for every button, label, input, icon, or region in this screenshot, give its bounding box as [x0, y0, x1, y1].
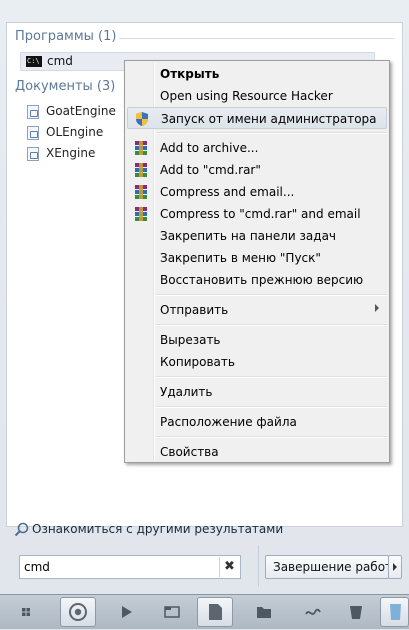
taskbar-media-player-button[interactable] [108, 597, 144, 627]
folder-icon [257, 607, 271, 618]
taskbar [0, 594, 409, 629]
bin-icon [350, 606, 362, 619]
winrar-icon [135, 141, 147, 155]
start-button[interactable] [8, 597, 44, 627]
menu-item-pin-to-taskbar[interactable]: Закрепить на панели задач [127, 225, 387, 247]
context-menu: Открыть Open using Resource Hacker Запус… [124, 60, 390, 463]
menu-item-restore-previous-version[interactable]: Восстановить прежнюю версию [127, 269, 387, 291]
pane-divider [258, 545, 259, 587]
network-icon [305, 608, 321, 615]
search-box[interactable]: ✖ [19, 555, 241, 579]
uac-shield-icon [136, 112, 148, 126]
menu-item-add-to-archive[interactable]: Add to archive... [127, 137, 387, 159]
document-item-label: GoatEngine [46, 104, 116, 118]
menu-item-label: Удалить [160, 385, 213, 399]
menu-item-label: Open using Resource Hacker [160, 89, 333, 103]
menu-item-label: Add to "cmd.rar" [160, 163, 261, 177]
winrar-icon [135, 185, 147, 199]
menu-item-copy[interactable]: Копировать [127, 351, 387, 373]
menu-separator [156, 324, 387, 326]
menu-item-label: Закрепить в меню "Пуск" [160, 251, 321, 265]
menu-item-properties[interactable]: Свойства [127, 441, 387, 463]
start-menu: Программы (1) C:\ cmd Документы (3) Goat… [0, 0, 409, 594]
taskbar-document-button[interactable] [197, 597, 233, 627]
cmd-icon: C:\ [26, 56, 42, 67]
menu-item-open-resource-hacker[interactable]: Open using Resource Hacker [127, 85, 387, 107]
taskbar-recycle-button[interactable] [380, 597, 409, 627]
menu-item-label: Compress and email... [160, 185, 295, 199]
menu-item-label: Восстановить прежнюю версию [160, 273, 364, 287]
programs-header[interactable]: Программы (1) [15, 29, 116, 44]
menu-item-label: Вырезать [160, 333, 221, 347]
chrome-icon [69, 603, 87, 621]
menu-item-send-to[interactable]: Отправить [127, 299, 387, 321]
menu-item-run-as-admin[interactable]: Запуск от имени администратора [127, 107, 387, 129]
menu-item-label: Отправить [160, 303, 229, 317]
menu-item-label: Compress to "cmd.rar" and email [160, 207, 361, 221]
play-icon [122, 606, 132, 618]
document-icon [27, 105, 39, 119]
menu-item-label: Закрепить на панели задач [160, 229, 337, 243]
shutdown-button[interactable]: Завершение работы [265, 555, 402, 579]
taskbar-chrome-button[interactable] [60, 597, 96, 627]
menu-item-cut[interactable]: Вырезать [127, 329, 387, 351]
documents-header[interactable]: Документы (3) [15, 79, 115, 94]
document-icon [27, 147, 39, 161]
menu-separator [156, 436, 387, 438]
menu-item-file-location[interactable]: Расположение файла [127, 411, 387, 433]
document-icon [27, 126, 39, 140]
programs-divider [119, 38, 395, 39]
menu-item-label: Открыть [160, 67, 220, 81]
menu-item-label: Свойства [160, 445, 219, 459]
menu-separator [156, 376, 387, 378]
explorer-icon [164, 606, 180, 618]
menu-separator [156, 406, 387, 408]
taskbar-explorer-button[interactable] [154, 597, 190, 627]
document-icon [209, 604, 222, 620]
shutdown-options-arrow-icon[interactable] [388, 555, 402, 579]
menu-item-compress-and-email[interactable]: Compress and email... [127, 181, 387, 203]
submenu-arrow-icon [375, 304, 379, 312]
menu-item-add-to-cmd-rar[interactable]: Add to "cmd.rar" [127, 159, 387, 181]
menu-item-open[interactable]: Открыть [127, 63, 387, 85]
app-icon [390, 604, 401, 620]
menu-separator [156, 294, 387, 296]
menu-item-delete[interactable]: Удалить [127, 381, 387, 403]
search-input[interactable] [24, 559, 214, 575]
windows-icon [22, 608, 30, 616]
taskbar-network-button[interactable] [295, 597, 331, 627]
program-item-label: cmd [47, 54, 73, 68]
menu-item-label: Запуск от имени администратора [161, 112, 377, 126]
see-more-results-label: Ознакомиться с другими результатами [32, 522, 284, 536]
menu-separator [156, 132, 387, 134]
winrar-icon [135, 163, 147, 177]
taskbar-app-button[interactable] [338, 597, 374, 627]
menu-item-label: Копировать [160, 355, 235, 369]
menu-item-pin-to-start[interactable]: Закрепить в меню "Пуск" [127, 247, 387, 269]
clear-search-icon[interactable]: ✖ [219, 557, 239, 577]
menu-item-label: Расположение файла [160, 415, 297, 429]
document-item-label: XEngine [46, 146, 96, 160]
menu-item-label: Add to archive... [160, 141, 259, 155]
menu-item-compress-to-cmd-rar-email[interactable]: Compress to "cmd.rar" and email [127, 203, 387, 225]
shutdown-label: Завершение работы [273, 560, 402, 574]
taskbar-folder-button[interactable] [246, 597, 282, 627]
winrar-icon [135, 207, 147, 221]
magnifier-icon [14, 522, 29, 537]
document-item-label: OLEngine [46, 125, 104, 139]
